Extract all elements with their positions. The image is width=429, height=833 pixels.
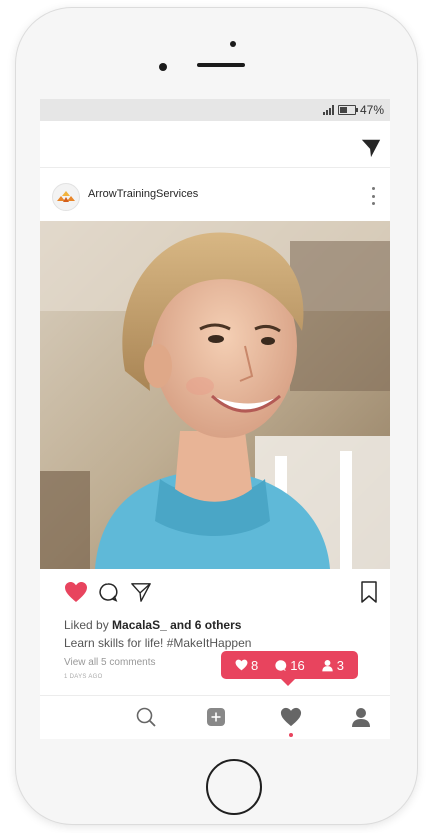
notif-likes-count: 8 [251,657,259,673]
comment-icon[interactable] [98,582,118,602]
send-icon[interactable] [360,137,382,159]
notif-comments-count: 16 [290,657,305,673]
status-bar: 47% [40,99,390,121]
activity-notification-bubble[interactable]: 8 16 3 [221,651,358,686]
bottom-tab-bar [40,695,390,739]
battery-percent: 47% [359,103,384,117]
liked-user[interactable]: MacalaS_ [112,618,167,632]
activity-indicator-dot [289,733,293,737]
signal-icon [322,105,334,115]
earpiece-speaker [197,63,245,67]
add-icon[interactable] [205,706,227,728]
avatar[interactable] [52,183,80,211]
person-icon [322,659,333,671]
liked-others[interactable]: and 6 others [170,618,241,632]
front-camera [230,41,236,47]
camera-lens [159,63,167,71]
profile-icon[interactable] [350,706,372,728]
view-comments-link[interactable]: View all 5 comments [64,657,156,668]
notif-followers-count: 3 [336,657,344,673]
arrow-logo-icon [57,191,75,202]
likes-summary[interactable]: Liked by MacalaS_ and 6 others [64,618,241,632]
search-icon[interactable] [135,706,157,728]
post-caption: Learn skills for life! #MakeItHappen [64,636,252,650]
heart-icon[interactable] [64,581,88,603]
activity-icon[interactable] [280,706,302,728]
share-icon[interactable] [130,581,152,603]
post-photo[interactable] [40,221,390,569]
post-header: ArrowTrainingServices [40,167,390,221]
bookmark-icon[interactable] [360,581,378,603]
post-timestamp: 1 DAYS AGO [64,674,103,680]
post-actions [40,569,390,619]
woman-smiling-image [40,221,390,569]
app-screen: 47% ArrowTrainingServices Liked by Macal… [40,99,390,739]
heart-icon [235,659,248,671]
more-options-icon[interactable] [372,187,376,205]
comment-icon [275,659,287,671]
top-bar [40,121,390,168]
post-username[interactable]: ArrowTrainingServices [88,188,198,200]
home-button[interactable] [206,759,262,815]
battery-icon [337,105,358,115]
